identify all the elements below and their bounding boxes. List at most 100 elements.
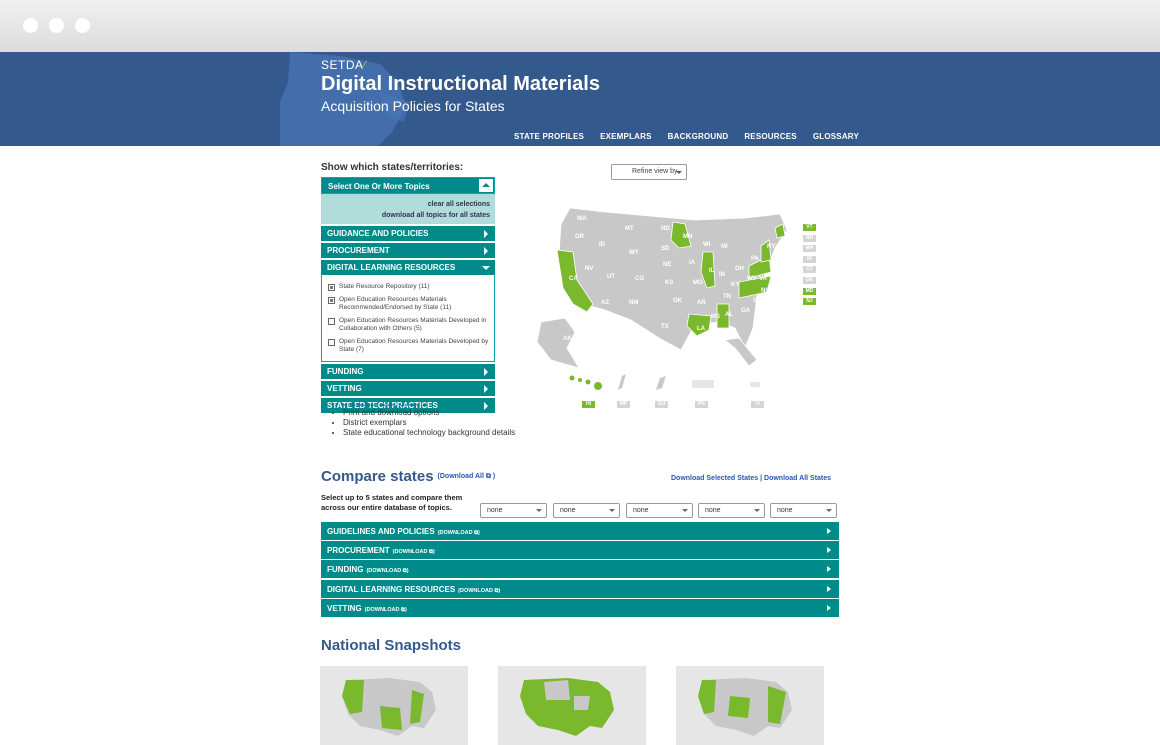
state-tag-ri[interactable]: RI [803, 255, 816, 263]
row-download-link[interactable]: (DOWNLOAD ⧉) [365, 607, 407, 613]
northeast-state-tags: VT NH MA RI CT DE MD NJ [803, 224, 816, 309]
state-label-ga: GA [741, 308, 751, 314]
state-select-4[interactable]: none [698, 503, 765, 518]
download-links: Download Selected States | Download All … [671, 475, 832, 482]
state-label-tn: TN [723, 294, 731, 300]
snapshot-map-icon [698, 678, 792, 736]
nav-exemplars[interactable]: EXEMPLARS [600, 132, 652, 141]
snapshot-card-2[interactable] [498, 666, 646, 745]
window-zoom-dot[interactable] [75, 18, 90, 33]
snapshots-title: National Snapshots [321, 637, 462, 654]
topic-funding[interactable]: FUNDING [321, 363, 495, 379]
state-label-mt: MT [625, 226, 634, 232]
territory-tag-mp[interactable]: MP [617, 401, 630, 408]
state-label-az: AZ [601, 300, 609, 306]
dlr-option[interactable]: Open Education Resources Materials Recom… [328, 296, 490, 313]
refine-view-select[interactable]: Refine view by [611, 164, 687, 180]
chevron-up-icon[interactable] [479, 179, 493, 192]
nav-background[interactable]: BACKGROUND [668, 132, 729, 141]
state-label-ia: IA [689, 260, 696, 266]
snapshot-map-icon [520, 678, 614, 736]
dlr-option[interactable]: Open Education Resources Materials Devel… [328, 338, 490, 355]
top-nav: STATE PROFILES EXEMPLARS BACKGROUND RESO… [514, 132, 859, 141]
territory-tag-vi[interactable]: VI [751, 401, 764, 408]
state-tag-de[interactable]: DE [803, 276, 816, 284]
topic-select[interactable]: Select One Or More Topics [321, 177, 495, 194]
state-label-nm: NM [629, 300, 638, 306]
state-label-ak: AK [563, 336, 572, 342]
state-ak[interactable] [536, 317, 580, 369]
state-tag-ct[interactable]: CT [803, 266, 816, 274]
topic-digital-learning-resources[interactable]: DIGITAL LEARNING RESOURCES [321, 260, 495, 275]
compare-row-digital-learning-resources[interactable]: DIGITAL LEARNING RESOURCES (DOWNLOAD ⧉) [321, 580, 839, 598]
territory-tag-pr[interactable]: PR [695, 401, 708, 408]
row-download-link[interactable]: (DOWNLOAD ⧉) [438, 530, 480, 536]
list-item: Print and download options [343, 408, 515, 418]
compare-row-procurement[interactable]: PROCUREMENT (DOWNLOAD ⧉) [321, 541, 839, 559]
snapshot-card-1[interactable] [320, 666, 468, 745]
state-label-ca: CA [569, 276, 578, 282]
state-label-fl: FL [753, 336, 761, 342]
compare-row-funding[interactable]: FUNDING (DOWNLOAD ⧉) [321, 560, 839, 578]
state-label-al: AL [725, 312, 733, 318]
download-all-link[interactable]: (Download All ⧉ ) [438, 473, 496, 480]
caret-down-icon [482, 266, 490, 270]
checkbox[interactable] [328, 317, 335, 325]
window-close-dot[interactable] [23, 18, 38, 33]
state-label-nc: NC [761, 288, 770, 294]
checkbox[interactable] [328, 338, 335, 346]
site-title: Digital Instructional Materials [321, 73, 600, 95]
state-label-wv: WV [747, 276, 757, 282]
dlr-option[interactable]: State Resource Repository (11) [328, 283, 490, 292]
checkbox[interactable] [328, 284, 335, 291]
row-download-link[interactable]: (DOWNLOAD ⧉) [458, 588, 500, 594]
nav-state-profiles[interactable]: STATE PROFILES [514, 132, 584, 141]
dlr-options: State Resource Repository (11) Open Educ… [321, 275, 495, 362]
state-tag-nj[interactable]: NJ [803, 298, 816, 306]
state-label-va: VA [759, 276, 768, 282]
caret-right-icon [827, 586, 831, 592]
row-download-link[interactable]: (DOWNLOAD ⧉) [366, 568, 408, 574]
state-label-wa: WA [577, 216, 587, 222]
state-select-3[interactable]: none [626, 503, 693, 518]
compare-row-vetting[interactable]: VETTING (DOWNLOAD ⧉) [321, 599, 839, 617]
brand-block: SETDA⁄ Digital Instructional Materials A… [321, 58, 600, 114]
territory-tag-hi[interactable]: HI [582, 401, 595, 408]
setda-logo[interactable]: SETDA⁄ [321, 58, 600, 72]
checkbox[interactable] [328, 296, 335, 304]
compare-row-guidelines[interactable]: GUIDELINES AND POLICIES (DOWNLOAD ⧉) [321, 522, 839, 540]
state-label-id: ID [599, 242, 606, 248]
site-header: SETDA⁄ Digital Instructional Materials A… [0, 52, 1160, 146]
snapshot-card-3[interactable] [676, 666, 824, 745]
state-label-de: DE [770, 266, 778, 272]
download-all-topics-link[interactable]: download all topics for all states [326, 210, 490, 221]
download-selected-link[interactable]: Download Selected States [671, 475, 758, 482]
state-select-2[interactable]: none [553, 503, 620, 518]
topic-vetting[interactable]: VETTING [321, 380, 495, 396]
window-minimize-dot[interactable] [49, 18, 64, 33]
browser-chrome [0, 0, 1160, 52]
topic-guidance-and-policies[interactable]: GUIDANCE AND POLICIES [321, 226, 495, 241]
state-tag-vt[interactable]: VT [803, 224, 816, 231]
territory-islands [569, 374, 760, 390]
dlr-option[interactable]: Open Education Resources Materials Devel… [328, 317, 490, 334]
state-tag-md[interactable]: MD [803, 287, 816, 295]
topic-procurement[interactable]: PROCUREMENT [321, 243, 495, 258]
nav-resources[interactable]: RESOURCES [744, 132, 796, 141]
topic-filter-panel: Select One Or More Topics clear all sele… [321, 177, 495, 413]
state-fl[interactable] [724, 337, 758, 367]
state-tag-ma[interactable]: MA [803, 245, 816, 253]
state-select-1[interactable]: none [480, 503, 547, 518]
state-label-or: OR [575, 234, 585, 240]
state-label-wy: WY [629, 250, 639, 256]
compare-title: Compare states (Download All ⧉ ) [321, 468, 496, 485]
state-tag-nh[interactable]: NH [803, 234, 816, 242]
nav-glossary[interactable]: GLOSSARY [813, 132, 859, 141]
row-download-link[interactable]: (DOWNLOAD ⧉) [393, 549, 435, 555]
clear-all-link[interactable]: clear all selections [326, 199, 490, 210]
download-all-states-link[interactable]: Download All States [764, 475, 831, 482]
state-select-5[interactable]: none [770, 503, 837, 518]
territory-tag-gu[interactable]: GU [655, 401, 668, 408]
snapshot-map-icon [342, 678, 436, 736]
compare-description: Select up to 5 states and compare them a… [321, 493, 463, 512]
